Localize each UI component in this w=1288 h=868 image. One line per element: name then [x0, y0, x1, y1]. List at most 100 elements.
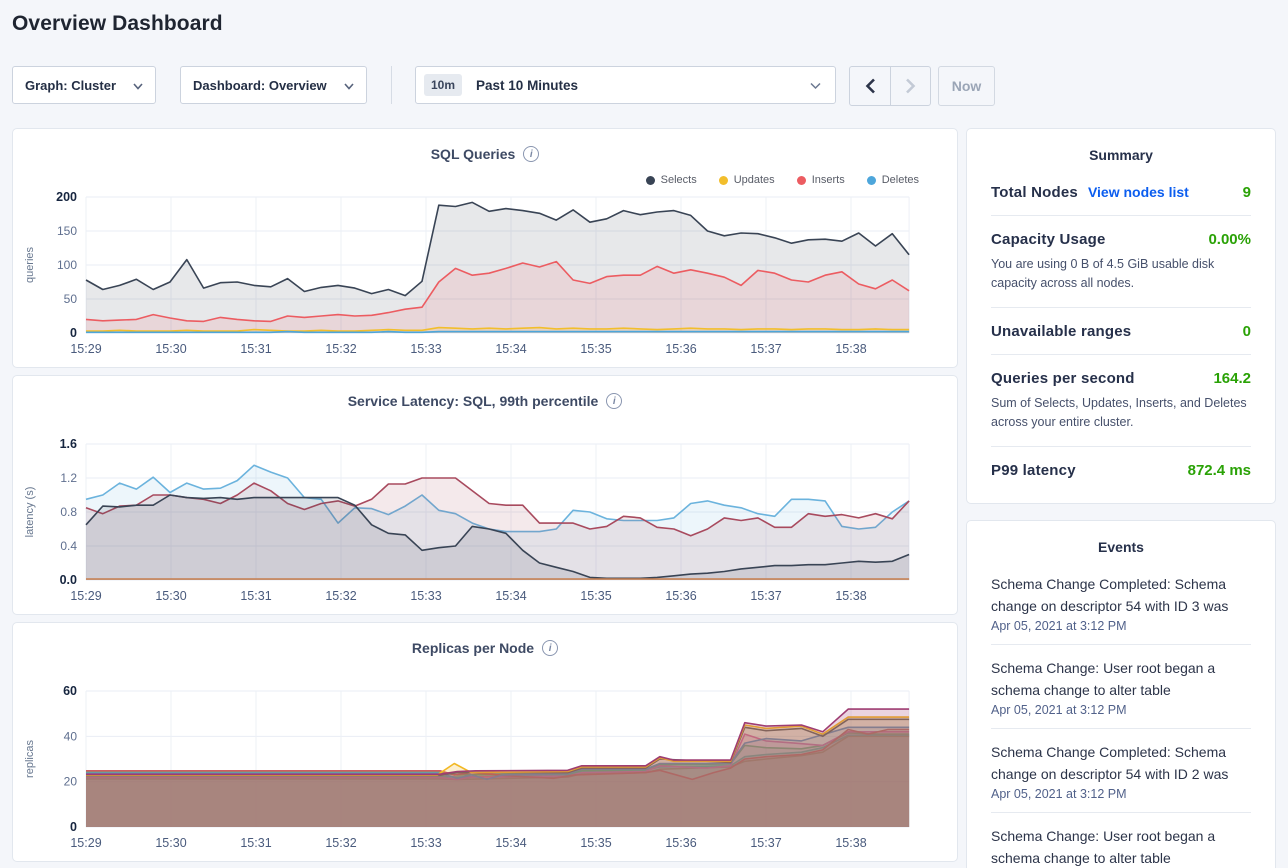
event-item: Schema Change Completed: Schema change o…: [991, 561, 1251, 645]
svg-text:15:29: 15:29: [70, 836, 101, 850]
time-range-badge: 10m: [424, 74, 462, 96]
qps-description: Sum of Selects, Updates, Inserts, and De…: [991, 394, 1251, 432]
event-item: Schema Change Completed: Schema change o…: [991, 729, 1251, 813]
replicas-per-node-chart[interactable]: 020406015:2915:3015:3115:3215:3315:3415:…: [13, 673, 957, 859]
event-text: Schema Change Completed: Schema change o…: [991, 741, 1251, 785]
dashboard-dropdown[interactable]: Dashboard: Overview: [180, 66, 367, 104]
main-content: SQL Queries i SelectsUpdatesInsertsDelet…: [12, 128, 1276, 868]
svg-text:15:37: 15:37: [750, 589, 781, 603]
svg-text:replicas: replicas: [24, 740, 36, 778]
service-latency-panel: Service Latency: SQL, 99th percentile i …: [12, 375, 958, 615]
svg-text:15:38: 15:38: [835, 836, 866, 850]
time-range-label: Past 10 Minutes: [476, 78, 810, 93]
summary-heading: Summary: [991, 147, 1251, 169]
svg-text:queries: queries: [24, 246, 36, 283]
svg-text:40: 40: [64, 729, 78, 743]
events-panel: Events Schema Change Completed: Schema c…: [966, 520, 1276, 868]
event-item: Schema Change: User root began a schema …: [991, 645, 1251, 729]
svg-text:15:30: 15:30: [155, 589, 186, 603]
svg-text:15:33: 15:33: [410, 589, 441, 603]
svg-text:15:34: 15:34: [495, 589, 526, 603]
svg-text:latency (s): latency (s): [24, 487, 36, 538]
svg-text:15:38: 15:38: [835, 589, 866, 603]
capacity-usage-value: 0.00%: [1208, 231, 1251, 248]
graph-dropdown[interactable]: Graph: Cluster: [12, 66, 156, 104]
chevron-down-icon: [133, 78, 143, 93]
svg-text:20: 20: [64, 775, 78, 789]
summary-row-unavailable: Unavailable ranges 0: [991, 308, 1251, 355]
sidebar-column: Summary Total Nodes View nodes list 9 Ca…: [966, 128, 1276, 868]
toolbar-divider: [391, 66, 392, 104]
total-nodes-value: 9: [1243, 184, 1251, 201]
svg-text:0.0: 0.0: [60, 573, 77, 587]
total-nodes-label: Total Nodes: [991, 184, 1078, 201]
svg-text:15:34: 15:34: [495, 342, 526, 356]
qps-label: Queries per second: [991, 370, 1135, 387]
svg-text:15:37: 15:37: [750, 342, 781, 356]
now-button[interactable]: Now: [938, 66, 995, 106]
svg-text:15:35: 15:35: [580, 342, 611, 356]
svg-text:15:32: 15:32: [325, 836, 356, 850]
svg-text:15:35: 15:35: [580, 589, 611, 603]
view-nodes-list-link[interactable]: View nodes list: [1088, 184, 1189, 200]
svg-text:50: 50: [64, 292, 78, 306]
svg-text:15:33: 15:33: [410, 342, 441, 356]
chevron-right-icon: [905, 78, 916, 94]
event-timestamp: Apr 05, 2021 at 3:12 PM: [991, 787, 1251, 801]
replicas-per-node-panel: Replicas per Node i 020406015:2915:3015:…: [12, 622, 958, 862]
time-range-picker[interactable]: 10m Past 10 Minutes: [415, 66, 836, 104]
svg-text:15:31: 15:31: [240, 342, 271, 356]
svg-text:100: 100: [57, 258, 77, 272]
svg-text:0: 0: [70, 326, 77, 340]
svg-text:15:30: 15:30: [155, 836, 186, 850]
service-latency-chart[interactable]: 0.00.40.81.21.615:2915:3015:3115:3215:33…: [13, 426, 957, 612]
summary-row-total-nodes: Total Nodes View nodes list 9: [991, 169, 1251, 216]
sql-queries-chart[interactable]: 05010015020015:2915:3015:3115:3215:3315:…: [13, 179, 957, 365]
chart-title: Service Latency: SQL, 99th percentile: [348, 393, 599, 409]
svg-text:15:38: 15:38: [835, 342, 866, 356]
svg-text:15:30: 15:30: [155, 342, 186, 356]
svg-text:15:37: 15:37: [750, 836, 781, 850]
time-step-buttons: [849, 66, 931, 106]
p99-latency-value: 872.4 ms: [1188, 462, 1251, 479]
svg-text:15:29: 15:29: [70, 342, 101, 356]
unavailable-ranges-label: Unavailable ranges: [991, 323, 1131, 340]
event-text: Schema Change: User root began a schema …: [991, 825, 1251, 868]
svg-text:15:31: 15:31: [240, 836, 271, 850]
chevron-down-icon: [810, 78, 821, 93]
summary-row-p99: P99 latency 872.4 ms: [991, 447, 1251, 493]
info-icon[interactable]: i: [606, 393, 622, 409]
event-text: Schema Change Completed: Schema change o…: [991, 573, 1251, 617]
page-title: Overview Dashboard: [12, 12, 223, 36]
info-icon[interactable]: i: [542, 640, 558, 656]
capacity-usage-description: You are using 0 B of 4.5 GiB usable disk…: [991, 255, 1251, 293]
svg-text:1.6: 1.6: [60, 437, 77, 451]
capacity-usage-label: Capacity Usage: [991, 231, 1106, 248]
svg-text:15:32: 15:32: [325, 589, 356, 603]
svg-text:0: 0: [70, 820, 77, 834]
svg-text:1.2: 1.2: [60, 471, 77, 485]
chevron-left-icon: [865, 78, 876, 94]
svg-text:15:34: 15:34: [495, 836, 526, 850]
overview-dashboard-page: Overview Dashboard Graph: Cluster Dashbo…: [0, 0, 1288, 868]
chevron-down-icon: [344, 78, 354, 93]
svg-text:60: 60: [63, 684, 77, 698]
svg-text:0.8: 0.8: [60, 505, 77, 519]
summary-row-capacity: Capacity Usage 0.00% You are using 0 B o…: [991, 216, 1251, 308]
p99-latency-label: P99 latency: [991, 462, 1076, 479]
svg-text:200: 200: [56, 190, 77, 204]
event-item: Schema Change: User root began a schema …: [991, 813, 1251, 868]
summary-panel: Summary Total Nodes View nodes list 9 Ca…: [966, 128, 1276, 504]
svg-text:15:36: 15:36: [665, 836, 696, 850]
sql-queries-panel: SQL Queries i SelectsUpdatesInsertsDelet…: [12, 128, 958, 368]
info-icon[interactable]: i: [523, 146, 539, 162]
prev-time-button[interactable]: [850, 67, 890, 105]
svg-text:15:35: 15:35: [580, 836, 611, 850]
charts-column: SQL Queries i SelectsUpdatesInsertsDelet…: [12, 128, 958, 868]
next-time-button[interactable]: [890, 67, 930, 105]
svg-text:150: 150: [57, 224, 77, 238]
events-heading: Events: [991, 539, 1251, 561]
summary-row-qps: Queries per second 164.2 Sum of Selects,…: [991, 355, 1251, 447]
svg-text:15:29: 15:29: [70, 589, 101, 603]
event-timestamp: Apr 05, 2021 at 3:12 PM: [991, 619, 1251, 633]
